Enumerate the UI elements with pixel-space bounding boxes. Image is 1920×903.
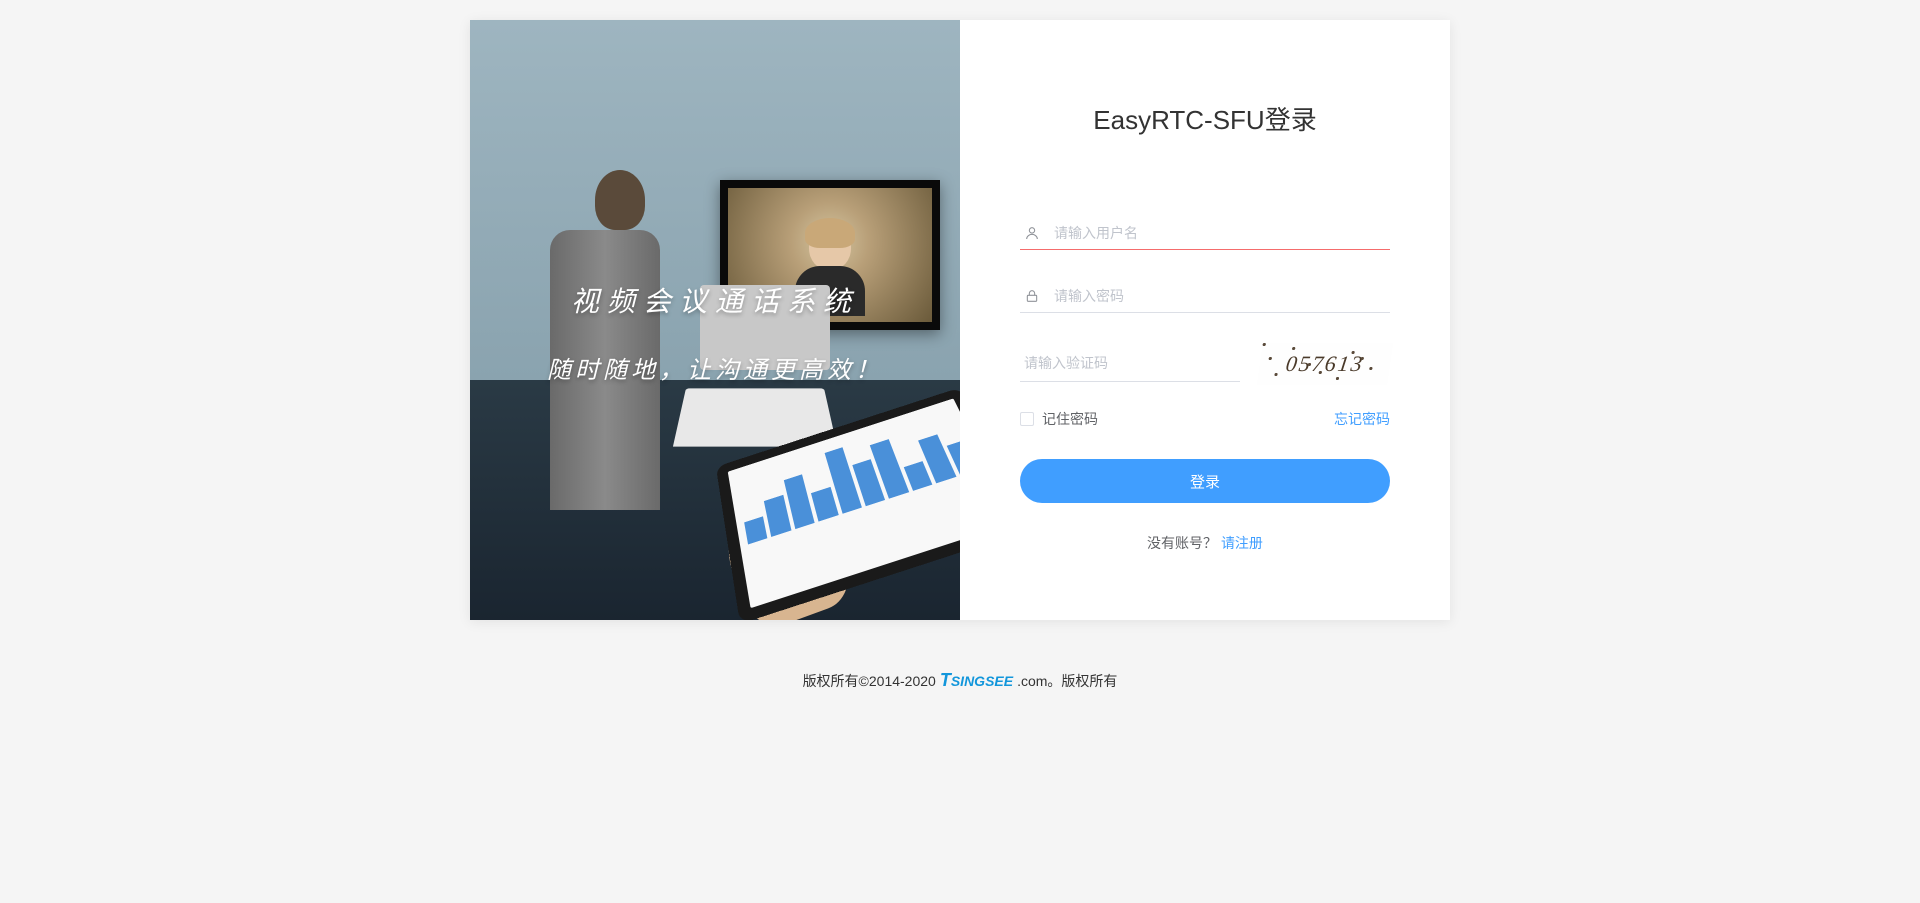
password-input[interactable] xyxy=(1054,288,1386,304)
captcha-row: 057613 xyxy=(1020,343,1390,385)
slogan-line1: 视频会议通话系统 xyxy=(470,280,960,320)
captcha-input[interactable] xyxy=(1024,355,1205,371)
password-row xyxy=(1020,280,1390,313)
slogan-line2: 随时随地，让沟通更高效！ xyxy=(470,350,960,385)
user-icon xyxy=(1024,225,1044,241)
login-button[interactable]: 登录 xyxy=(1020,459,1390,503)
brand-logo: TTSINGSEESINGSEE xyxy=(940,670,1013,691)
footer: 版权所有©2014-2020 TTSINGSEESINGSEE.com。版权所有 xyxy=(803,670,1118,691)
form-panel: EasyRTC-SFU登录 xyxy=(960,20,1450,620)
login-container: 视频会议通话系统 随时随地，让沟通更高效！ EasyRTC-SFU登录 xyxy=(470,20,1450,620)
captcha-text: 057613 xyxy=(1284,351,1366,377)
promo-panel: 视频会议通话系统 随时随地，让沟通更高效！ xyxy=(470,20,960,620)
copyright-prefix: 版权所有©2014-2020 xyxy=(803,671,936,691)
username-input[interactable] xyxy=(1054,225,1386,241)
register-link[interactable]: 请注册 xyxy=(1221,535,1263,551)
captcha-image[interactable]: 057613 xyxy=(1257,343,1393,385)
copyright-suffix: .com。版权所有 xyxy=(1017,671,1117,691)
page-title: EasyRTC-SFU登录 xyxy=(1020,100,1390,137)
remember-checkbox[interactable]: 记住密码 xyxy=(1020,409,1098,429)
remember-label: 记住密码 xyxy=(1042,409,1098,429)
username-row xyxy=(1020,217,1390,250)
forgot-password-link[interactable]: 忘记密码 xyxy=(1334,409,1390,429)
lock-icon xyxy=(1024,288,1044,304)
no-account-text: 没有账号？ xyxy=(1147,535,1217,551)
checkbox-box-icon xyxy=(1020,412,1034,426)
register-row: 没有账号？ 请注册 xyxy=(1020,533,1390,553)
options-row: 记住密码 忘记密码 xyxy=(1020,409,1390,429)
